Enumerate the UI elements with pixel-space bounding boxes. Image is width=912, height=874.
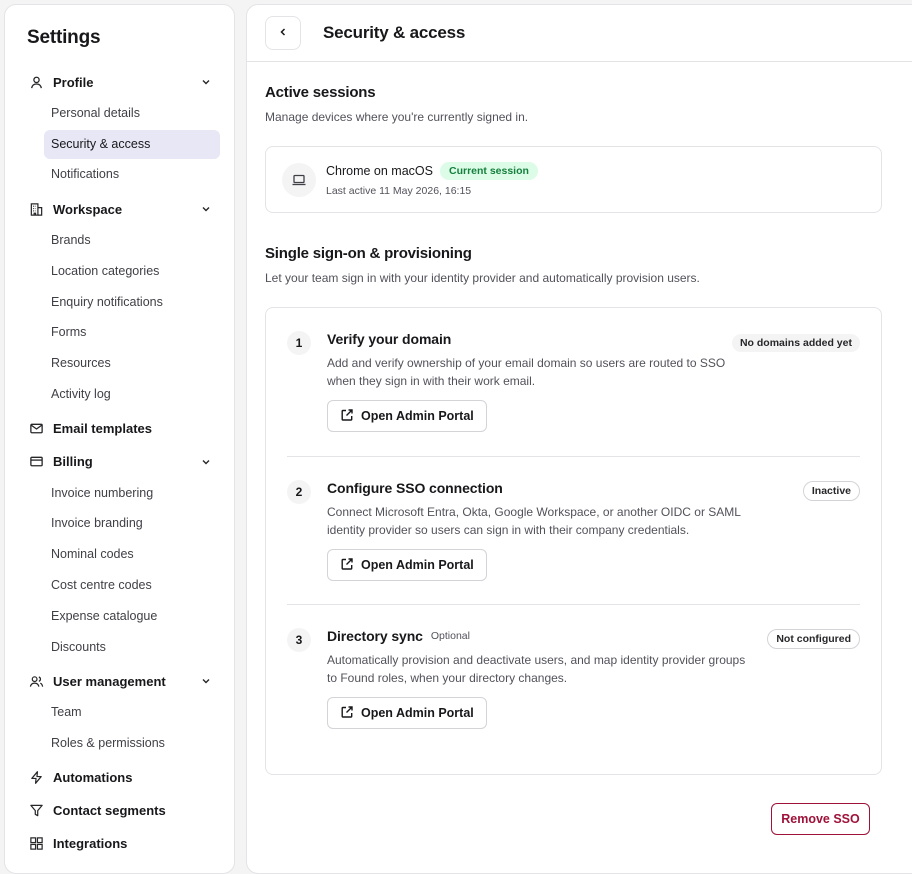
sso-step: 2 Configure SSO connection Connect Micro…	[287, 456, 860, 604]
step-description: Automatically provision and deactivate u…	[327, 653, 746, 685]
user-icon	[27, 73, 45, 91]
chevron-down-icon	[198, 201, 214, 217]
sidebar-item-expense-catalogue[interactable]: Expense catalogue	[44, 602, 220, 631]
sidebar-item-resources[interactable]: Resources	[44, 349, 220, 378]
sidebar-item-notifications[interactable]: Notifications	[44, 160, 220, 189]
sidebar-item-brands[interactable]: Brands	[44, 226, 220, 255]
open-admin-portal-button[interactable]: Open Admin Portal	[327, 400, 487, 432]
sidebar-group-user-management[interactable]: User management	[23, 666, 220, 696]
session-card: Chrome on macOS Current session Last act…	[265, 146, 882, 213]
sidebar-item-discounts[interactable]: Discounts	[44, 633, 220, 662]
users-icon	[27, 672, 45, 690]
lightning-icon	[27, 769, 45, 787]
sidebar-item-personal-details[interactable]: Personal details	[44, 99, 220, 128]
sidebar-group-contact-segments[interactable]: Contact segments	[23, 796, 220, 826]
filter-icon	[27, 802, 45, 820]
chevron-left-icon	[277, 26, 289, 41]
sidebar-item-roles-permissions[interactable]: Roles & permissions	[44, 729, 220, 758]
chevron-down-icon	[198, 673, 214, 689]
open-admin-portal-button[interactable]: Open Admin Portal	[327, 697, 487, 729]
section-title: Single sign-on & provisioning	[265, 245, 472, 262]
page-header: Security & access	[247, 5, 912, 62]
open-admin-portal-button[interactable]: Open Admin Portal	[327, 549, 487, 581]
sso-step: 3 Directory sync Optional Automatically …	[287, 604, 860, 752]
sidebar-group-label: Automations	[53, 770, 133, 786]
step-description: Add and verify ownership of your email d…	[327, 356, 726, 388]
sso-steps-card: 1 Verify your domain Add and verify owne…	[265, 307, 882, 775]
session-device: Chrome on macOS	[326, 164, 433, 178]
sidebar-group-label: Contact segments	[53, 803, 166, 819]
sidebar-item-activity-log[interactable]: Activity log	[44, 380, 220, 409]
sidebar-item-nominal-codes[interactable]: Nominal codes	[44, 540, 220, 569]
section-subtitle: Manage devices where you're currently si…	[265, 110, 529, 124]
button-label: Open Admin Portal	[361, 558, 474, 572]
sidebar-group-email-templates[interactable]: Email templates	[23, 414, 220, 444]
laptop-icon	[282, 162, 316, 197]
chevron-down-icon	[198, 454, 214, 470]
page-content: Active sessions Manage devices where you…	[247, 62, 912, 775]
step-number: 2	[287, 480, 311, 504]
sidebar-item-cost-centre-codes[interactable]: Cost centre codes	[44, 571, 220, 600]
sidebar-item-security-access[interactable]: Security & access	[44, 129, 220, 159]
sidebar-group-label: Integrations	[53, 836, 128, 852]
main-panel: Security & access Active sessions Manage…	[246, 4, 912, 874]
active-sessions-section: Active sessions Manage devices where you…	[265, 84, 882, 213]
sidebar-group-label: Workspace	[53, 201, 123, 217]
credit-card-icon	[27, 453, 45, 471]
step-title: Directory sync	[327, 628, 423, 644]
section-title: Active sessions	[265, 84, 376, 101]
sidebar-item-invoice-branding[interactable]: Invoice branding	[44, 509, 220, 538]
external-link-icon	[340, 705, 361, 722]
sidebar-title: Settings	[27, 27, 101, 48]
current-session-badge: Current session	[439, 162, 538, 180]
step-title: Configure SSO connection	[327, 480, 503, 496]
settings-sidebar: Settings Profile Personal details Securi…	[4, 4, 235, 874]
button-label: Open Admin Portal	[361, 706, 474, 720]
sidebar-item-team[interactable]: Team	[44, 698, 220, 727]
optional-label: Optional	[430, 630, 470, 642]
sidebar-group-label: Profile	[53, 74, 94, 90]
sso-step: 1 Verify your domain Add and verify owne…	[287, 308, 860, 456]
step-description: Connect Microsoft Entra, Okta, Google Wo…	[327, 505, 741, 537]
chevron-down-icon	[198, 74, 214, 90]
sso-section: Single sign-on & provisioning Let your t…	[265, 245, 882, 775]
sidebar-group-label: User management	[53, 673, 166, 689]
sidebar-item-forms[interactable]: Forms	[44, 318, 220, 347]
building-icon	[27, 200, 45, 218]
step-title: Verify your domain	[327, 331, 452, 347]
sidebar-group-automations[interactable]: Automations	[23, 763, 220, 793]
sidebar-group-workspace[interactable]: Workspace	[23, 194, 220, 224]
sidebar-group-profile[interactable]: Profile	[23, 67, 220, 97]
status-badge: Inactive	[802, 481, 860, 501]
sidebar-group-label: Email templates	[53, 421, 152, 437]
status-badge: Not configured	[767, 629, 860, 649]
step-number: 1	[287, 331, 311, 355]
sidebar-item-invoice-numbering[interactable]: Invoice numbering	[44, 479, 220, 508]
section-subtitle: Let your team sign in with your identity…	[265, 271, 700, 285]
back-button[interactable]	[265, 16, 301, 50]
sidebar-group-integrations[interactable]: Integrations	[23, 829, 220, 859]
button-label: Open Admin Portal	[361, 409, 474, 423]
sidebar-item-location-categories[interactable]: Location categories	[44, 257, 220, 286]
grid-icon	[27, 835, 45, 853]
sidebar-group-label: Billing	[53, 454, 93, 470]
external-link-icon	[340, 557, 361, 574]
step-number: 3	[287, 628, 311, 652]
remove-sso-button[interactable]: Remove SSO	[771, 803, 870, 835]
sidebar-group-billing[interactable]: Billing	[23, 447, 220, 477]
session-last-active: Last active 11 May 2026, 16:15	[326, 185, 472, 197]
external-link-icon	[340, 408, 361, 425]
status-badge: No domains added yet	[731, 334, 860, 352]
page-title: Security & access	[323, 23, 466, 42]
sidebar-item-enquiry-notifications[interactable]: Enquiry notifications	[44, 288, 220, 317]
mail-icon	[27, 420, 45, 438]
